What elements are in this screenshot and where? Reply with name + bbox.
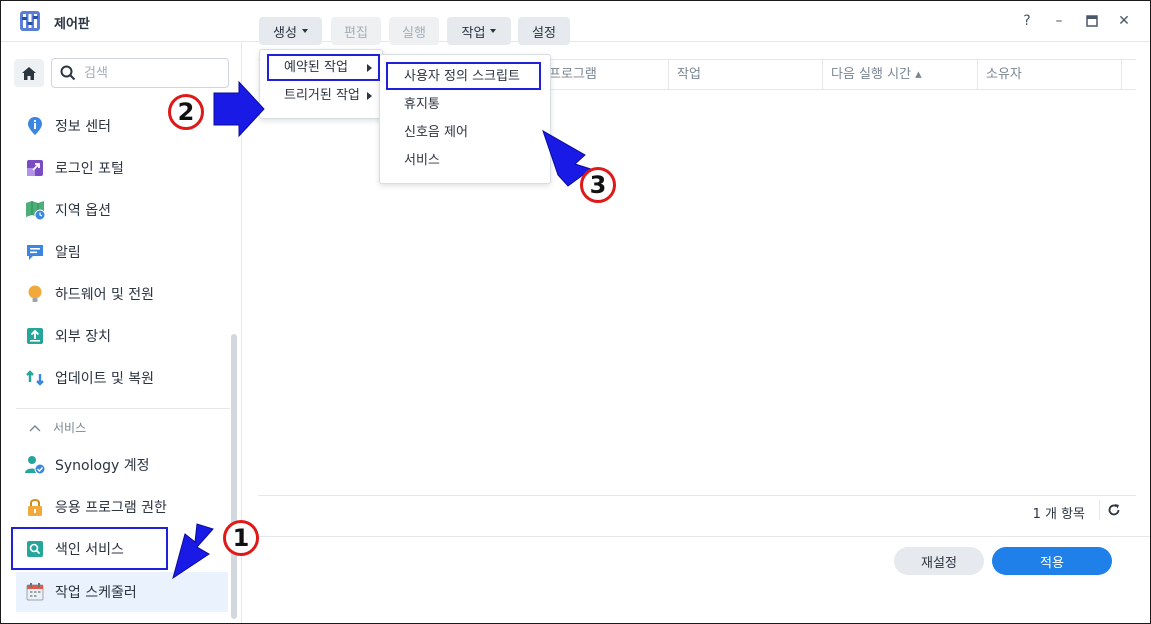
app-privileges-icon: [24, 496, 46, 518]
sidebar-item-regional-options[interactable]: 지역 옵션: [16, 193, 228, 227]
settings-button[interactable]: 설정: [518, 17, 570, 45]
sidebar-item-label: 업데이트 및 복원: [55, 371, 155, 387]
create-label: 생성: [273, 25, 297, 41]
search-input[interactable]: [82, 63, 226, 83]
chevron-right-icon: [367, 64, 372, 72]
sidebar-item-label: Synology 계정: [55, 458, 150, 474]
step-badge-2: 2: [168, 94, 204, 130]
indexing-service-icon: [24, 538, 46, 560]
refresh-icon: [1108, 504, 1120, 516]
menu-item-label: 트리거된 작업: [284, 88, 360, 103]
run-button[interactable]: 실행: [389, 17, 439, 45]
close-button[interactable]: ✕: [1114, 11, 1134, 31]
sidebar-item-external-devices[interactable]: 외부 장치: [16, 319, 228, 353]
bottom-bar-divider: [242, 536, 1150, 537]
section-header-services[interactable]: 서비스: [29, 419, 86, 436]
edit-label: 편집: [344, 25, 368, 41]
sidebar-item-label: 정보 센터: [55, 119, 111, 135]
settings-label: 설정: [532, 25, 556, 41]
column-header-owner[interactable]: 소유자: [978, 60, 1122, 89]
column-header-program[interactable]: 프로그램: [541, 60, 669, 89]
reset-button[interactable]: 재설정: [894, 547, 984, 575]
refresh-button[interactable]: [1107, 503, 1121, 521]
sidebar-item-label: 알림: [55, 245, 81, 261]
sidebar-item-label: 외부 장치: [55, 329, 111, 345]
hardware-power-icon: [24, 283, 46, 305]
caret-down-icon: [301, 29, 308, 33]
external-devices-icon: [24, 325, 46, 347]
sidebar-item-indexing-service[interactable]: 색인 서비스: [16, 532, 228, 566]
sidebar-scrollbar[interactable]: [231, 334, 237, 619]
run-label: 실행: [402, 25, 426, 41]
menu-item-label: 예약된 작업: [284, 60, 348, 75]
step-badge-1: 1: [223, 520, 259, 556]
home-icon: [22, 66, 36, 80]
login-portal-icon: [24, 157, 46, 179]
action-button[interactable]: 작업: [447, 17, 511, 45]
notification-icon: [24, 241, 46, 263]
caret-down-icon: [490, 29, 497, 33]
column-header-task[interactable]: 작업: [669, 60, 823, 89]
menu-item-service[interactable]: 서비스: [380, 147, 550, 175]
step-badge-3: 3: [580, 167, 616, 203]
section-title: 서비스: [53, 421, 87, 435]
maximize-icon: [1086, 15, 1098, 27]
sidebar-item-task-scheduler[interactable]: 작업 스케줄러: [16, 572, 228, 612]
task-scheduler-icon: [24, 581, 46, 603]
create-button[interactable]: 생성: [259, 17, 322, 45]
info-icon: [24, 115, 46, 137]
chevron-right-icon: [367, 92, 372, 100]
synology-account-icon: [24, 454, 46, 476]
control-panel-window: 제어판 ? – ✕ 정보 센터 로그인 포털 지역 옵션 알림: [0, 0, 1151, 624]
action-label: 작업: [461, 25, 486, 41]
sidebar-item-label: 하드웨어 및 전원: [55, 287, 155, 303]
menu-item-user-defined-script[interactable]: 사용자 정의 스크립트: [380, 63, 550, 91]
control-panel-app-icon: [20, 11, 40, 31]
sidebar-item-label: 색인 서비스: [55, 542, 124, 558]
sidebar-item-label: 지역 옵션: [55, 203, 111, 219]
sidebar-item-label: 응용 프로그램 권한: [55, 500, 167, 516]
sidebar-item-label: 로그인 포털: [55, 161, 124, 177]
regional-options-icon: [24, 199, 46, 221]
search-box: [51, 58, 229, 88]
menu-item-beep-control[interactable]: 신호음 제어: [380, 119, 550, 147]
update-restore-icon: [24, 367, 46, 389]
apply-button[interactable]: 적용: [992, 547, 1112, 575]
sidebar-item-synology-account[interactable]: Synology 계정: [16, 448, 228, 482]
item-count: 1 개 항목: [1032, 507, 1085, 522]
chevron-up-icon: [29, 424, 41, 431]
section-divider: [16, 408, 230, 409]
minimize-button[interactable]: –: [1049, 11, 1069, 31]
create-dropdown-menu: 예약된 작업 트리거된 작업: [259, 49, 383, 119]
edit-button[interactable]: 편집: [331, 17, 381, 45]
window-title: 제어판: [54, 17, 90, 32]
menu-item-recycle-bin[interactable]: 휴지통: [380, 91, 550, 119]
sidebar-item-hardware-power[interactable]: 하드웨어 및 전원: [16, 277, 228, 311]
menu-item-triggered-task[interactable]: 트리거된 작업: [260, 82, 382, 110]
sidebar-item-login-portal[interactable]: 로그인 포털: [16, 151, 228, 185]
title-bar: 제어판 ? – ✕: [1, 1, 1150, 42]
home-button[interactable]: [14, 59, 44, 87]
footer-separator: [1099, 500, 1100, 520]
table-footer-divider: [258, 495, 1136, 496]
menu-item-scheduled-task[interactable]: 예약된 작업: [260, 54, 382, 82]
help-button[interactable]: ?: [1017, 11, 1037, 31]
column-header-next-run-time[interactable]: 다음 실행 시간 ▴: [823, 60, 978, 89]
sidebar: 정보 센터 로그인 포털 지역 옵션 알림 하드웨어 및 전원 외부 장치 업데…: [1, 42, 242, 623]
sidebar-item-update-restore[interactable]: 업데이트 및 복원: [16, 361, 228, 395]
sidebar-item-label: 작업 스케줄러: [55, 585, 137, 601]
maximize-button[interactable]: [1082, 11, 1102, 31]
search-icon: [60, 65, 76, 81]
sidebar-item-app-privileges[interactable]: 응용 프로그램 권한: [16, 490, 228, 524]
scheduled-task-submenu: 사용자 정의 스크립트 휴지통 신호음 제어 서비스: [379, 54, 551, 184]
sidebar-item-notification[interactable]: 알림: [16, 235, 228, 269]
